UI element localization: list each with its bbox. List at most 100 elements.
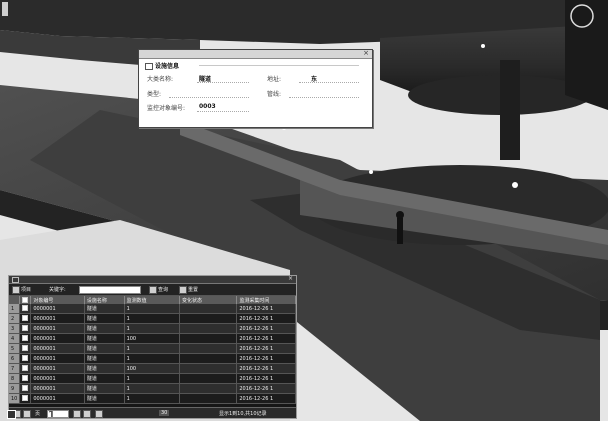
- column-header[interactable]: 监测采集时间: [236, 296, 296, 304]
- row-checkbox-cell[interactable]: [19, 363, 32, 374]
- row-checkbox[interactable]: [22, 315, 29, 322]
- table-row[interactable]: 8 0000001 隧道 1 2016-12-26 1: [9, 373, 296, 384]
- search-input[interactable]: [79, 286, 141, 294]
- popup-titlebar[interactable]: ×: [139, 49, 372, 59]
- table-cell: 隧道: [84, 323, 125, 334]
- table-cell: [179, 304, 238, 314]
- popup-section-header: 设施信息: [145, 61, 179, 70]
- row-number: 4: [9, 333, 21, 344]
- panel-toolbar: 项目 关键字: 查询 重置: [9, 284, 296, 296]
- items-label[interactable]: 项目: [21, 286, 31, 293]
- table-cell: 1: [124, 353, 180, 364]
- table-cell: 隧道: [84, 304, 125, 314]
- search-icon[interactable]: [149, 286, 157, 294]
- pager-bar: 页 30 显示1到10,共10记录: [9, 407, 296, 418]
- field-label: 类型:: [147, 91, 162, 98]
- column-header[interactable]: [19, 296, 32, 304]
- table-cell: 1: [124, 304, 180, 314]
- row-checkbox-cell[interactable]: [19, 323, 32, 334]
- last-page-icon[interactable]: [83, 410, 91, 418]
- table-row[interactable]: 4 0000001 隧道 100 2016-12-26 1: [9, 333, 296, 344]
- section-icon: [145, 63, 153, 70]
- grid-icon[interactable]: [12, 286, 20, 294]
- panel-titlebar[interactable]: ×: [9, 276, 296, 284]
- column-header[interactable]: 对象编号: [30, 296, 85, 304]
- row-number: 5: [9, 343, 21, 354]
- table-cell: 0000001: [30, 323, 85, 334]
- field-value: 0003: [199, 103, 216, 110]
- table-cell: 1: [124, 313, 180, 324]
- row-checkbox[interactable]: [22, 365, 29, 372]
- table-row[interactable]: 2 0000001 隧道 1 2016-12-26 1: [9, 313, 296, 324]
- table-cell: 0000001: [30, 333, 85, 344]
- row-checkbox[interactable]: [22, 305, 29, 312]
- field-label: 管线:: [267, 91, 282, 98]
- column-header[interactable]: 变化状态: [179, 296, 238, 304]
- row-checkbox-cell[interactable]: [19, 353, 32, 364]
- row-checkbox-cell[interactable]: [19, 333, 32, 344]
- search-button[interactable]: 查询: [158, 286, 168, 293]
- corner-menu-icon[interactable]: [7, 410, 16, 419]
- row-number: 8: [9, 373, 21, 384]
- panel-icon: [12, 277, 19, 283]
- row-checkbox-cell[interactable]: [19, 383, 32, 394]
- row-checkbox[interactable]: [22, 355, 29, 362]
- table-cell: 0000001: [30, 373, 85, 384]
- table-cell: 隧道: [84, 313, 125, 324]
- table-cell: 隧道: [84, 393, 125, 404]
- row-checkbox-cell[interactable]: [19, 373, 32, 384]
- row-checkbox[interactable]: [22, 335, 29, 342]
- table-cell: [179, 353, 238, 364]
- table-cell: 100: [124, 333, 180, 344]
- table-cell: 隧道: [84, 353, 125, 364]
- table-cell: 隧道: [84, 363, 125, 374]
- table-cell: 1: [124, 343, 180, 354]
- table-cell: 0000001: [30, 393, 85, 404]
- close-icon[interactable]: ×: [363, 49, 369, 57]
- table-cell: 0000001: [30, 383, 85, 394]
- row-checkbox[interactable]: [22, 375, 29, 382]
- table-header-row: 对象编号 设施名称 监测数值 变化状态 监测采集时间: [9, 296, 296, 304]
- table-row[interactable]: 3 0000001 隧道 1 2016-12-26 1: [9, 323, 296, 334]
- column-header[interactable]: 监测数值: [124, 296, 180, 304]
- person-figure: [397, 218, 403, 244]
- table-cell: 0000001: [30, 304, 85, 314]
- table-row[interactable]: 9 0000001 隧道 1 2016-12-26 1: [9, 383, 296, 394]
- page-size-select[interactable]: 30: [159, 410, 170, 416]
- table-row[interactable]: 1 0000001 隧道 1 2016-12-26 1: [9, 304, 296, 314]
- table-row[interactable]: 10 0000001 隧道 1 2016-12-26 1: [9, 393, 296, 404]
- row-checkbox[interactable]: [22, 345, 29, 352]
- row-checkbox-cell[interactable]: [19, 343, 32, 354]
- page-input[interactable]: [47, 410, 69, 418]
- row-checkbox[interactable]: [22, 325, 29, 332]
- next-page-icon[interactable]: [73, 410, 81, 418]
- row-checkbox[interactable]: [22, 385, 29, 392]
- column-header[interactable]: 设施名称: [84, 296, 125, 304]
- table-cell: 1: [124, 323, 180, 334]
- row-checkbox-cell[interactable]: [19, 393, 32, 404]
- reset-button[interactable]: 重置: [188, 286, 198, 293]
- field-label: 地址:: [267, 76, 282, 83]
- left-edge-toggle[interactable]: [2, 2, 8, 16]
- row-checkbox-cell[interactable]: [19, 304, 32, 314]
- monitoring-data-panel: × 项目 关键字: 查询 重置 对象编号 设施名称 监测数值 变化状态 监测采集…: [8, 275, 297, 419]
- row-number: 2: [9, 313, 21, 324]
- table-row[interactable]: 5 0000001 隧道 1 2016-12-26 1: [9, 343, 296, 354]
- table-row[interactable]: 7 0000001 隧道 100 2016-12-26 1: [9, 363, 296, 374]
- table-cell: [179, 333, 238, 344]
- refresh-icon[interactable]: [95, 410, 103, 418]
- row-checkbox[interactable]: [22, 395, 29, 402]
- table-row[interactable]: 6 0000001 隧道 1 2016-12-26 1: [9, 353, 296, 364]
- prev-page-icon[interactable]: [23, 410, 31, 418]
- table-cell: [179, 343, 238, 354]
- reset-icon[interactable]: [179, 286, 187, 294]
- row-number: 9: [9, 383, 21, 394]
- row-checkbox-cell[interactable]: [19, 313, 32, 324]
- table-cell: [179, 383, 238, 394]
- column-header: [9, 296, 21, 304]
- select-all-checkbox[interactable]: [22, 296, 29, 303]
- table-cell: [179, 393, 238, 404]
- close-icon[interactable]: ×: [288, 276, 293, 282]
- row-number: 10: [9, 393, 21, 404]
- table-cell: 1: [124, 393, 180, 404]
